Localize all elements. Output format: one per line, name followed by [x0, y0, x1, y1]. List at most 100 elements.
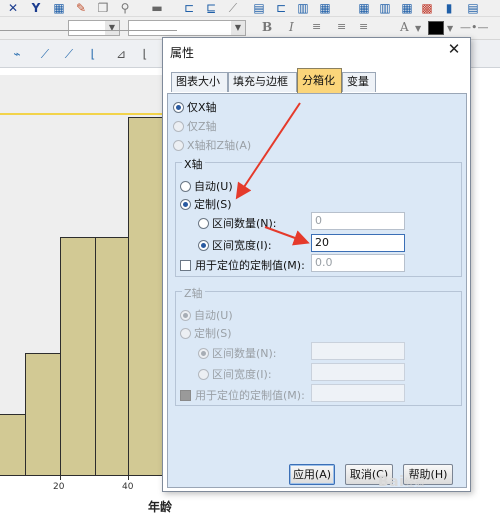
z-only-label: 仅Z轴 [187, 120, 217, 133]
radio-indicator[interactable] [198, 368, 209, 380]
x-anchor-label: 用于定位的定制值(M): [195, 259, 305, 272]
close-icon[interactable]: ✕ [446, 41, 462, 57]
line-style-icon[interactable]: —•— [460, 21, 489, 34]
radio-indicator[interactable] [180, 327, 191, 339]
x-tick-label: 20 [53, 482, 65, 492]
z-interval-width-label: 区间宽度(I): [212, 368, 272, 381]
z-custom-radio[interactable]: 定制(S) [180, 325, 232, 341]
radio-indicator[interactable] [198, 347, 209, 359]
italic-icon[interactable]: I [289, 20, 294, 34]
link-icon[interactable]: ⚲ [118, 1, 132, 15]
x-axis-group: X轴 自动(U) 定制(S) 区间数量(N): 0 区间宽度(I): 20 用于 [175, 156, 462, 277]
grid-alt-icon[interactable]: ▦ [400, 1, 414, 15]
z-only-radio[interactable]: 仅Z轴 [173, 118, 217, 134]
table-icon[interactable]: ▦ [357, 1, 371, 15]
grid-icon[interactable]: ▦ [318, 1, 332, 15]
radio-indicator[interactable] [198, 239, 209, 251]
font-color-icon[interactable]: A [400, 20, 409, 34]
histogram-bar[interactable] [128, 117, 164, 476]
x-tick [60, 476, 61, 480]
z-custom-label: 定制(S) [194, 327, 232, 340]
xz-radio[interactable]: X轴和Z轴(A) [173, 137, 251, 153]
diagonal-icon[interactable]: ⟋ [226, 1, 240, 15]
z-anchor-input[interactable] [311, 384, 405, 402]
bar-chart-icon[interactable]: ▥ [296, 1, 310, 15]
close-x-icon[interactable]: ✕ [7, 1, 19, 15]
radio-indicator[interactable] [173, 139, 184, 151]
radio-indicator[interactable] [173, 101, 184, 113]
x-interval-count-radio[interactable]: 区间数量(N): [198, 215, 277, 231]
x-interval-width-radio[interactable]: 区间宽度(I): [198, 237, 272, 253]
radio-indicator[interactable] [180, 180, 191, 192]
x-anchor-checkbox[interactable]: 用于定位的定制值(M): [180, 257, 305, 273]
text-box-icon[interactable]: ▤ [252, 1, 266, 15]
x-tick [128, 476, 129, 480]
x-auto-label: 自动(U) [194, 180, 233, 193]
histogram-bar[interactable] [25, 353, 61, 476]
z-interval-count-radio[interactable]: 区间数量(N): [198, 345, 277, 361]
z-interval-width-input[interactable] [311, 363, 405, 381]
stats-icon[interactable]: ▮ [442, 1, 456, 15]
binning-panel: 仅X轴 仅Z轴 X轴和Z轴(A) X轴 自动(U) 定制(S) 区间数量(N): [167, 93, 467, 488]
tab-fill-border[interactable]: 填充与边框 [228, 72, 297, 92]
color-swatch[interactable] [428, 21, 444, 35]
x-custom-label: 定制(S) [194, 198, 232, 211]
histogram-bar[interactable] [60, 237, 96, 476]
x-custom-radio[interactable]: 定制(S) [180, 196, 232, 212]
bold-icon[interactable]: B [262, 20, 272, 34]
z-auto-radio[interactable]: 自动(U) [180, 307, 233, 323]
z-interval-width-radio[interactable]: 区间宽度(I): [198, 366, 272, 382]
x-anchor-input[interactable]: 0.0 [311, 254, 405, 272]
histogram-bar[interactable] [0, 414, 26, 476]
apply-button[interactable]: 应用(A) [289, 464, 335, 485]
z-anchor-label: 用于定位的定制值(M): [195, 389, 305, 402]
watermark: Bai经验 [378, 474, 425, 490]
histogram-bar[interactable] [95, 237, 129, 476]
frame-icon[interactable]: ⊏ [274, 1, 288, 15]
color-chart-icon[interactable]: ▩ [420, 1, 434, 15]
align-left-icon[interactable]: ⊏ [182, 1, 196, 15]
tab-binning[interactable]: 分箱化 [297, 68, 342, 93]
watermark-suffix: 经验 [404, 478, 426, 489]
chevron-down-icon[interactable]: ▼ [231, 21, 245, 35]
checkbox-indicator[interactable] [180, 389, 191, 401]
window-icon[interactable]: ▬ [150, 1, 164, 15]
x-auto-radio[interactable]: 自动(U) [180, 178, 233, 194]
z-interval-count-label: 区间数量(N): [212, 347, 277, 360]
align-bottom-icon[interactable]: ⊑ [204, 1, 218, 15]
radio-indicator[interactable] [180, 309, 191, 321]
layers-icon[interactable]: ▤ [466, 1, 480, 15]
dialog-title: 属性 [170, 46, 195, 60]
copy-icon[interactable]: ❐ [96, 1, 110, 15]
xz-label: X轴和Z轴(A) [187, 139, 252, 152]
columns-icon[interactable]: ▥ [378, 1, 392, 15]
x-only-radio[interactable]: 仅X轴 [173, 99, 217, 115]
align-right-text-icon[interactable]: ≡ [359, 20, 368, 33]
x-axis-legend: X轴 [182, 156, 205, 172]
x-interval-width-input[interactable]: 20 [311, 234, 405, 252]
z-interval-count-input[interactable] [311, 342, 405, 360]
x-interval-count-label: 区间数量(N): [212, 217, 277, 230]
properties-dialog: 属性 ✕ 图表大小 填充与边框 分箱化 变量 仅X轴 仅Z轴 X轴和Z轴(A) … [162, 37, 471, 492]
chart-icon[interactable]: ▦ [52, 1, 66, 15]
top-toolbar: ✕ Y ▦ ✎ ❐ ⚲ ▬ ⊏ ⊑ ⟋ ▤ ⊏ ▥ ▦ ▦ ▥ ▦ ▩ ▮ ▤ [0, 0, 500, 17]
radio-indicator[interactable] [180, 198, 191, 210]
align-center-text-icon[interactable]: ≡ [337, 20, 346, 33]
radio-indicator[interactable] [173, 120, 184, 132]
z-axis-legend: Z轴 [182, 285, 205, 301]
z-axis-group: Z轴 自动(U) 定制(S) 区间数量(N): 区间宽度(I): 用于定位的定制… [175, 285, 462, 406]
x-interval-count-input[interactable]: 0 [311, 212, 405, 230]
y-axis-icon[interactable]: Y [30, 1, 42, 15]
chevron-down-icon[interactable]: ▼ [447, 24, 453, 33]
x-tick-label: 40 [122, 482, 134, 492]
watermark-main: Bai [378, 474, 405, 490]
radio-indicator[interactable] [198, 217, 209, 229]
z-anchor-checkbox[interactable]: 用于定位的定制值(M): [180, 387, 305, 403]
tab-variables[interactable]: 变量 [342, 72, 376, 92]
checkbox-indicator[interactable] [180, 259, 191, 271]
tab-chart-size[interactable]: 图表大小 [171, 72, 228, 92]
align-left-text-icon[interactable]: ≡ [312, 20, 321, 33]
chevron-down-icon[interactable]: ▼ [415, 24, 421, 33]
pen-icon[interactable]: ✎ [74, 1, 88, 15]
z-auto-label: 自动(U) [194, 309, 233, 322]
